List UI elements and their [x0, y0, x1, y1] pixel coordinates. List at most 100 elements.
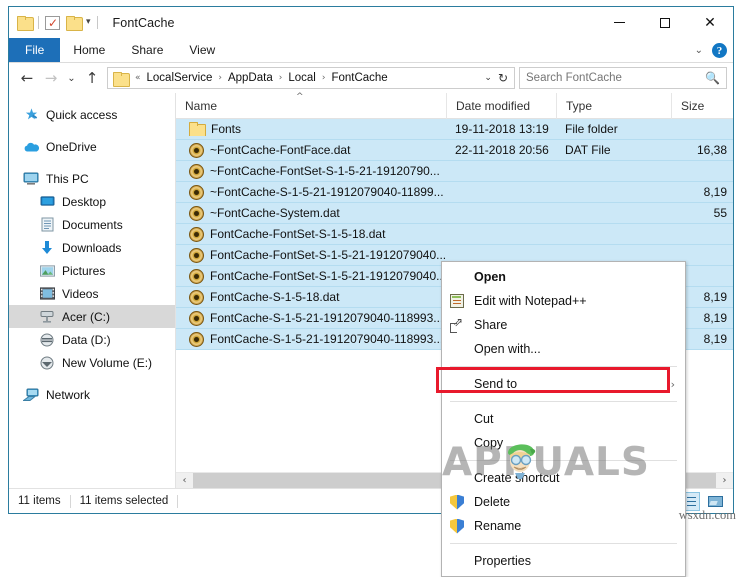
menu-item-delete[interactable]: Delete [442, 490, 685, 514]
sidebar-item-downloads[interactable]: Downloads [9, 236, 175, 259]
site-watermark: wsxdn.com [679, 508, 736, 523]
back-button[interactable]: ← [15, 66, 39, 90]
menu-item-label: Edit with Notepad++ [470, 294, 587, 308]
file-name-cell[interactable]: ~FontCache-S-1-5-21-1912079040-11899... [176, 185, 446, 200]
toolbar-divider-2 [97, 16, 98, 29]
column-header-date-modified[interactable]: Date modified [446, 93, 556, 119]
menu-item-open[interactable]: Open [442, 265, 685, 289]
minimize-button[interactable] [597, 7, 642, 38]
window-title: FontCache [113, 16, 175, 30]
close-icon: ✕ [704, 15, 716, 31]
sidebar-item-acer-c[interactable]: Acer (C:) [9, 305, 175, 328]
column-header-size[interactable]: Size [671, 93, 731, 119]
file-name-cell[interactable]: ~FontCache-System.dat [176, 206, 446, 221]
quick-access-toolbar: ✓ ▾ [9, 16, 104, 30]
sidebar-item-network[interactable]: Network [9, 383, 175, 406]
sidebar-item-onedrive[interactable]: OneDrive [9, 135, 175, 158]
file-name-cell[interactable]: FontCache-S-1-5-18.dat [176, 290, 446, 305]
table-row[interactable]: ~FontCache-System.dat 55 [176, 203, 733, 224]
file-name: ~FontCache-S-1-5-21-1912079040-11899... [210, 185, 444, 199]
maximize-button[interactable] [642, 7, 687, 38]
new-folder-icon[interactable] [66, 16, 81, 29]
scroll-left-button[interactable]: ‹ [176, 473, 193, 489]
scroll-right-button[interactable]: › [716, 473, 733, 489]
breadcrumb-localservice[interactable]: LocalService [144, 72, 216, 84]
menu-item-properties[interactable]: Properties [442, 549, 685, 573]
tab-view[interactable]: View [176, 38, 228, 62]
menu-item-create-shortcut[interactable]: Create shortcut [442, 466, 685, 490]
sidebar-item-quick-access[interactable]: Quick access [9, 103, 175, 126]
file-name-cell[interactable]: FontCache-FontSet-S-1-5-21-1912079040... [176, 269, 446, 284]
dat-file-icon [189, 248, 204, 263]
ribbon-tab-bar: File Home Share View ⌄ ? [9, 38, 733, 63]
file-type-cell: File folder [556, 122, 671, 136]
menu-item-rename[interactable]: Rename [442, 514, 685, 538]
breadcrumb-local[interactable]: Local [285, 72, 319, 84]
file-name-cell[interactable]: ~FontCache-FontSet-S-1-5-21-19120790... [176, 164, 446, 179]
sidebar-item-label: Quick access [46, 108, 117, 122]
table-row[interactable]: ~FontCache-FontSet-S-1-5-21-19120790... [176, 161, 733, 182]
breadcrumb[interactable]: « LocalService › AppData › Local › FontC… [107, 67, 515, 89]
properties-checkbox-icon[interactable]: ✓ [45, 16, 60, 30]
pictures-icon [39, 263, 55, 279]
refresh-icon[interactable]: ↻ [498, 71, 511, 85]
monitor-icon [23, 171, 39, 187]
search-box[interactable]: 🔍 [519, 67, 727, 89]
dat-file-icon [189, 269, 204, 284]
sidebar-item-pictures[interactable]: Pictures [9, 259, 175, 282]
menu-item-copy[interactable]: Copy [442, 431, 685, 455]
dat-file-icon [189, 227, 204, 242]
help-icon[interactable]: ? [712, 43, 727, 58]
file-date-cell: 19-11-2018 13:19 [446, 122, 556, 136]
file-size-cell: 16,38 [671, 143, 731, 157]
sidebar-item-desktop[interactable]: Desktop [9, 190, 175, 213]
search-input[interactable] [526, 72, 705, 84]
recent-locations-icon[interactable]: ⌄ [63, 66, 80, 90]
breadcrumb-appdata[interactable]: AppData [225, 72, 276, 84]
expand-ribbon-icon[interactable]: ⌄ [695, 45, 703, 56]
file-size-cell: 55 [671, 206, 731, 220]
menu-item-share[interactable]: Share [442, 313, 685, 337]
file-name-cell[interactable]: FontCache-S-1-5-21-1912079040-118993... [176, 311, 446, 326]
menu-separator [450, 401, 677, 402]
up-button[interactable]: ↑ [80, 66, 104, 90]
file-name-cell[interactable]: FontCache-FontSet-S-1-5-18.dat [176, 227, 446, 242]
tab-share[interactable]: Share [118, 38, 176, 62]
file-name-cell[interactable]: FontCache-FontSet-S-1-5-21-1912079040... [176, 248, 446, 263]
breadcrumb-fontcache[interactable]: FontCache [328, 72, 390, 84]
table-row[interactable]: ~FontCache-S-1-5-21-1912079040-11899... … [176, 182, 733, 203]
menu-item-open-with[interactable]: Open with... [442, 337, 685, 361]
documents-icon [39, 217, 55, 233]
column-header-name[interactable]: Name ^ [176, 93, 446, 119]
file-name-cell[interactable]: FontCache-S-1-5-21-1912079040-118993... [176, 332, 446, 347]
search-icon[interactable]: 🔍 [705, 71, 720, 85]
close-button[interactable]: ✕ [687, 7, 733, 38]
sidebar-item-documents[interactable]: Documents [9, 213, 175, 236]
tab-file[interactable]: File [9, 38, 60, 62]
sidebar-item-this-pc[interactable]: This PC [9, 167, 175, 190]
status-divider-2 [177, 495, 178, 508]
sidebar-item-videos[interactable]: Videos [9, 282, 175, 305]
file-name-cell[interactable]: Fonts [176, 122, 446, 136]
chevron-down-icon[interactable]: ▾ [86, 18, 91, 27]
table-row[interactable]: Fonts 19-11-2018 13:19 File folder [176, 119, 733, 140]
file-name: Fonts [211, 122, 241, 136]
column-header-type[interactable]: Type [556, 93, 671, 119]
table-row[interactable]: ~FontCache-FontFace.dat 22-11-2018 20:56… [176, 140, 733, 161]
dat-file-icon [189, 290, 204, 305]
menu-item-label: Create shortcut [470, 471, 559, 485]
tab-home[interactable]: Home [60, 38, 118, 62]
menu-item-label: Rename [470, 519, 521, 533]
file-name: ~FontCache-System.dat [210, 206, 340, 220]
folder-icon [189, 122, 205, 136]
menu-item-cut[interactable]: Cut [442, 407, 685, 431]
sidebar-item-data-d[interactable]: Data (D:) [9, 328, 175, 351]
menu-item-send-to[interactable]: Send to › [442, 372, 685, 396]
file-name: FontCache-S-1-5-21-1912079040-118993... [210, 332, 443, 346]
dat-file-icon [189, 332, 204, 347]
file-name-cell[interactable]: ~FontCache-FontFace.dat [176, 143, 446, 158]
sidebar-item-new-volume-e[interactable]: New Volume (E:) [9, 351, 175, 374]
table-row[interactable]: FontCache-FontSet-S-1-5-18.dat [176, 224, 733, 245]
menu-item-edit-with-notepadpp[interactable]: Edit with Notepad++ [442, 289, 685, 313]
chevron-down-icon[interactable]: ⌄ [480, 73, 498, 83]
